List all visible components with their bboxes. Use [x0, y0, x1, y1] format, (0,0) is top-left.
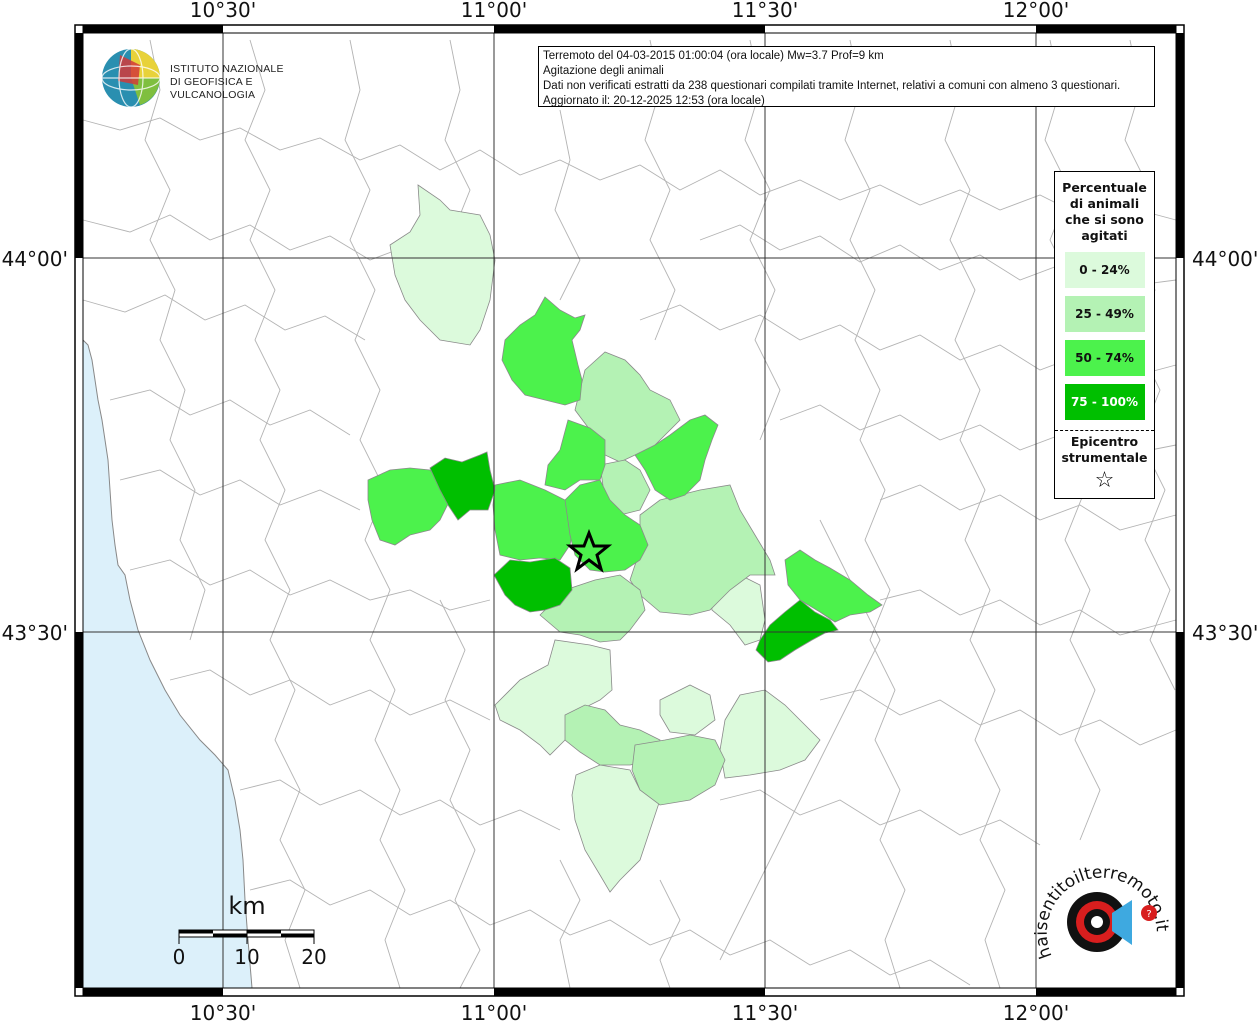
globe-icon: [101, 48, 161, 108]
haisentitoilterremoto-logo: haisentitoilterremoto.it ?: [1032, 855, 1174, 985]
x-bottom-label: 11°00': [461, 1001, 527, 1024]
legend-item: 50 - 74%: [1064, 340, 1145, 376]
ingv-line1: ISTITUTO NAZIONALE: [170, 63, 284, 75]
parameter-line: Agitazione degli animali: [543, 65, 664, 77]
source-line: Dati non verificati estratti da 238 ques…: [543, 80, 1121, 92]
scale-tick: 20: [301, 945, 326, 969]
legend-star-icon: ☆: [1094, 468, 1115, 493]
ingv-line2: DI GEOFISICA E VULCANOLOGIA: [170, 76, 256, 101]
legend-epicenter-label: Epicentro strumentale: [1061, 434, 1148, 465]
ingv-logo: ISTITUTO NAZIONALE DI GEOFISICA E VULCAN…: [100, 47, 320, 109]
event-info-box: Terremoto del 04-03-2015 01:00:04 (ora l…: [538, 46, 1155, 107]
x-top-label: 11°30': [732, 0, 798, 22]
legend-item: 0 - 24%: [1064, 252, 1145, 288]
legend-title: Percentuale di animali che si sono agita…: [1062, 180, 1147, 243]
scale-tick: 10: [234, 945, 259, 969]
event-line: Terremoto del 04-03-2015 01:00:04 (ora l…: [543, 50, 884, 62]
legend-item: 75 - 100%: [1064, 384, 1145, 420]
x-bottom-label: 12°00': [1003, 1001, 1069, 1024]
y-right-label: 43°30': [1192, 621, 1257, 645]
y-left-label: 44°00': [2, 247, 68, 271]
updated-line: Aggiornato il: 20-12-2025 12:53 (ora loc…: [543, 95, 765, 107]
x-bottom-label: 11°30': [732, 1001, 798, 1024]
legend-item: 25 - 49%: [1064, 296, 1145, 332]
x-top-label: 12°00': [1003, 0, 1069, 22]
svg-text:?: ?: [1146, 909, 1151, 920]
y-right-label: 44°00': [1192, 247, 1257, 271]
ingv-name: ISTITUTO NAZIONALE DI GEOFISICA E VULCAN…: [170, 63, 320, 102]
x-top-label: 11°00': [461, 0, 527, 22]
legend-divider: [1055, 430, 1154, 431]
legend: Percentuale di animali che si sono agita…: [1054, 171, 1155, 499]
x-bottom-label: 10°30': [190, 1001, 256, 1024]
x-top-label: 10°30': [190, 0, 256, 22]
scale-tick: 0: [173, 945, 186, 969]
scale-unit: km: [228, 892, 265, 920]
y-left-label: 43°30': [2, 621, 68, 645]
